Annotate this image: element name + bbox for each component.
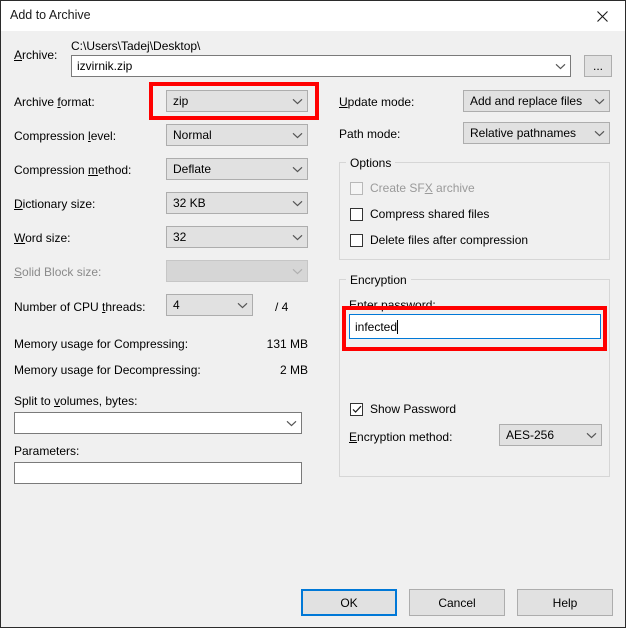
encryption-groupbox-title: Encryption — [346, 273, 411, 287]
archive-format-combo[interactable]: zip — [166, 90, 308, 112]
show-password-label: Show Password — [370, 402, 457, 416]
chevron-down-icon[interactable] — [551, 56, 570, 76]
delete-files-after-compression-label: Delete files after compression — [370, 233, 529, 247]
ok-button[interactable]: OK — [301, 589, 397, 616]
text-caret — [397, 319, 399, 334]
archive-name-value: izvirnik.zip — [77, 59, 133, 73]
chevron-down-icon — [581, 432, 601, 439]
close-icon[interactable] — [579, 1, 625, 31]
checkbox-box — [350, 207, 363, 221]
word-size-label: Word size: — [14, 231, 71, 245]
options-groupbox-title: Options — [346, 156, 396, 170]
browse-button[interactable]: ... — [584, 55, 612, 77]
help-button[interactable]: Help — [517, 589, 613, 616]
path-mode-label: Path mode: — [339, 127, 401, 141]
archive-path-text: C:\Users\Tadej\Desktop\ — [71, 39, 201, 53]
chevron-down-icon — [287, 166, 307, 173]
word-size-combo[interactable]: 32 — [166, 226, 308, 248]
password-input[interactable]: infected — [349, 314, 601, 339]
create-sfx-archive-checkbox: Create SFX archive — [350, 181, 475, 195]
split-volumes-label: Split to volumes, bytes: — [14, 394, 138, 408]
chevron-down-icon — [287, 268, 307, 275]
update-mode-label: Update mode: — [339, 95, 415, 109]
title-bar: Add to Archive — [1, 1, 625, 31]
checkbox-box — [350, 402, 363, 416]
compression-method-label: Compression method: — [14, 163, 132, 177]
archive-format-value: zip — [173, 94, 189, 108]
split-volumes-input[interactable] — [14, 412, 302, 434]
chevron-down-icon — [287, 132, 307, 139]
enter-password-label: Enter password: — [349, 298, 436, 312]
window-title: Add to Archive — [10, 8, 91, 22]
word-size-value: 32 — [173, 230, 187, 244]
encryption-method-combo[interactable]: AES-256 — [499, 424, 602, 446]
checkbox-box — [350, 181, 363, 195]
chevron-down-icon — [589, 130, 609, 137]
cpu-threads-label: Number of CPU threads: — [14, 300, 146, 314]
dictionary-size-label: Dictionary size: — [14, 197, 96, 211]
chevron-down-icon — [287, 234, 307, 241]
add-to-archive-dialog: Add to Archive Archive: C:\Users\Tadej\D… — [0, 0, 626, 628]
chevron-down-icon — [232, 302, 252, 309]
solid-block-size-combo — [166, 260, 308, 282]
chevron-down-icon — [287, 98, 307, 105]
dictionary-size-combo[interactable]: 32 KB — [166, 192, 308, 214]
compression-method-combo[interactable]: Deflate — [166, 158, 308, 180]
compression-method-value: Deflate — [173, 162, 212, 176]
path-mode-value: Relative pathnames — [470, 126, 577, 140]
update-mode-value: Add and replace files — [470, 94, 583, 108]
compression-level-label: Compression level: — [14, 129, 117, 143]
checkbox-box — [350, 233, 363, 247]
chevron-down-icon — [287, 200, 307, 207]
parameters-input[interactable] — [14, 462, 302, 484]
cpu-threads-combo[interactable]: 4 — [166, 294, 253, 316]
compress-shared-files-checkbox[interactable]: Compress shared files — [350, 207, 489, 221]
create-sfx-archive-label: Create SFX archive — [370, 181, 475, 195]
encryption-method-value: AES-256 — [506, 428, 555, 442]
memory-decompress-label: Memory usage for Decompressing: — [14, 363, 201, 377]
compression-level-value: Normal — [173, 128, 212, 142]
chevron-down-icon — [589, 98, 609, 105]
archive-format-label: Archive format: — [14, 95, 95, 109]
password-value: infected — [355, 319, 399, 334]
compression-level-combo[interactable]: Normal — [166, 124, 308, 146]
update-mode-combo[interactable]: Add and replace files — [463, 90, 610, 112]
archive-name-input[interactable]: izvirnik.zip — [71, 55, 571, 77]
memory-compress-value: 131 MB — [266, 337, 308, 351]
cpu-threads-total: / 4 — [275, 300, 289, 314]
dictionary-size-value: 32 KB — [173, 196, 206, 210]
chevron-down-icon[interactable] — [282, 413, 301, 433]
parameters-label: Parameters: — [14, 444, 80, 458]
show-password-checkbox[interactable]: Show Password — [350, 402, 456, 416]
encryption-method-label: Encryption method: — [349, 430, 453, 444]
archive-label: Archive: — [14, 48, 58, 62]
memory-decompress-value: 2 MB — [279, 363, 308, 377]
compress-shared-files-label: Compress shared files — [370, 207, 490, 221]
solid-block-size-label: Solid Block size: — [14, 265, 102, 279]
delete-files-after-compression-checkbox[interactable]: Delete files after compression — [350, 233, 528, 247]
cancel-button[interactable]: Cancel — [409, 589, 505, 616]
cpu-threads-value: 4 — [173, 298, 180, 312]
memory-compress-label: Memory usage for Compressing: — [14, 337, 189, 351]
path-mode-combo[interactable]: Relative pathnames — [463, 122, 610, 144]
